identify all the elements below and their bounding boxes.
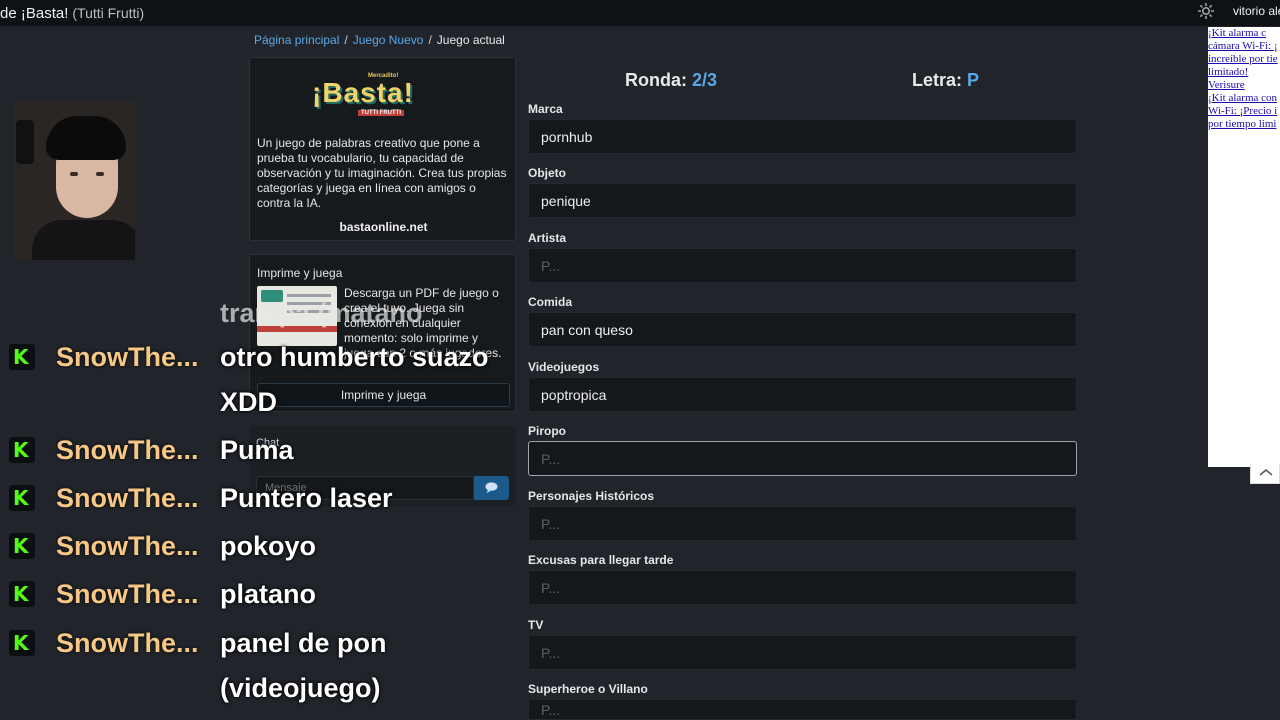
kick-icon: K — [9, 533, 35, 559]
letter-indicator: Letra: P — [912, 70, 979, 91]
field-label: Artista — [528, 231, 567, 245]
chat-text: Puma — [220, 435, 294, 465]
ad-collapse-button[interactable] — [1250, 464, 1280, 484]
logo-main-text: ¡Basta! — [312, 77, 414, 108]
stream-chat-overlay: trampa (matano K SnowThe... otro humbert… — [0, 290, 520, 720]
breadcrumb-home-link[interactable]: Página principal — [254, 33, 339, 47]
answer-input[interactable] — [528, 312, 1077, 347]
field-label: TV — [528, 618, 544, 632]
answer-input[interactable] — [528, 699, 1077, 720]
basta-logo: Mercadito! ¡Basta! TUTTI FRUTTI — [312, 71, 432, 117]
chat-text: otro humberto suazo — [220, 342, 489, 372]
kick-icon: K — [9, 630, 35, 656]
field-label: Comida — [528, 295, 573, 309]
round-indicator: Ronda: 2/3 — [625, 70, 717, 91]
field-label: Superheroe o Villano — [528, 682, 648, 696]
breadcrumb-separator: / — [428, 33, 432, 47]
field-label: Objeto — [528, 166, 566, 180]
logo-tag-text: TUTTI FRUTTI — [358, 110, 404, 116]
chat-username: SnowThe... — [56, 342, 199, 372]
chat-text: platano — [220, 579, 317, 609]
game-info-card: Mercadito! ¡Basta! TUTTI FRUTTI Un juego… — [249, 57, 516, 241]
round-value: 2/3 — [692, 70, 718, 90]
chat-faded-line: trampa (matano — [220, 298, 423, 328]
answer-input[interactable] — [528, 248, 1077, 283]
kick-icon: K — [9, 485, 35, 511]
chat-text: (videojuego) — [220, 673, 381, 703]
kick-icon: K — [9, 344, 35, 370]
chat-username: SnowThe... — [56, 579, 199, 609]
game-description: Un juego de palabras creativo que pone a… — [257, 136, 507, 210]
print-card-heading: Imprime y juega — [257, 266, 343, 280]
kick-icon: K — [9, 437, 35, 463]
user-name[interactable]: vitorio ale — [1233, 4, 1280, 18]
streamer-webcam — [14, 102, 135, 260]
kick-icon: K — [9, 581, 35, 607]
round-label: Ronda: — [625, 70, 687, 90]
ad-text[interactable]: ¡Kit alarma c cámara Wi-Fi: ¡ increíble … — [1208, 27, 1280, 131]
letter-value: P — [967, 70, 980, 90]
site-link[interactable]: bastaonline.net — [250, 220, 517, 234]
breadcrumb-current: Juego actual — [436, 33, 505, 47]
chat-text: XDD — [220, 387, 278, 417]
answer-input[interactable] — [528, 570, 1077, 605]
answer-input[interactable] — [528, 635, 1077, 670]
gear-icon[interactable] — [1196, 1, 1216, 21]
chat-username: SnowThe... — [56, 483, 199, 513]
breadcrumb-new-game-link[interactable]: Juego Nuevo — [353, 33, 424, 47]
advertisement[interactable]: ¡Kit alarma c cámara Wi-Fi: ¡ increíble … — [1208, 27, 1280, 467]
answer-input[interactable] — [528, 183, 1077, 218]
field-label: Marca — [528, 102, 563, 116]
chat-username: SnowThe... — [56, 628, 199, 658]
field-label: Videojuegos — [528, 360, 600, 374]
window-title: de ¡Basta! — [0, 4, 69, 22]
answer-input[interactable] — [528, 506, 1077, 541]
chat-text: panel de pon — [220, 628, 387, 658]
breadcrumb: Página principal / Juego Nuevo / Juego a… — [254, 33, 505, 47]
field-label: Personajes Históricos — [528, 489, 655, 503]
chevron-up-icon — [1259, 469, 1273, 476]
answer-input[interactable] — [528, 119, 1077, 154]
chat-username: SnowThe... — [56, 531, 199, 561]
field-label: Excusas para llegar tarde — [528, 553, 674, 567]
chat-text: pokoyo — [220, 531, 317, 561]
answer-input[interactable] — [528, 377, 1077, 412]
window-titlebar: de ¡Basta! (Tutti Frutti) vitorio ale — [0, 0, 1280, 26]
window-subtitle: (Tutti Frutti) — [72, 5, 145, 21]
chat-username: SnowThe... — [56, 435, 199, 465]
chat-text: Puntero laser — [220, 483, 393, 513]
field-label: Piropo — [528, 424, 566, 438]
breadcrumb-separator: / — [344, 33, 348, 47]
answer-input[interactable] — [528, 441, 1077, 476]
letter-label: Letra: — [912, 70, 963, 90]
